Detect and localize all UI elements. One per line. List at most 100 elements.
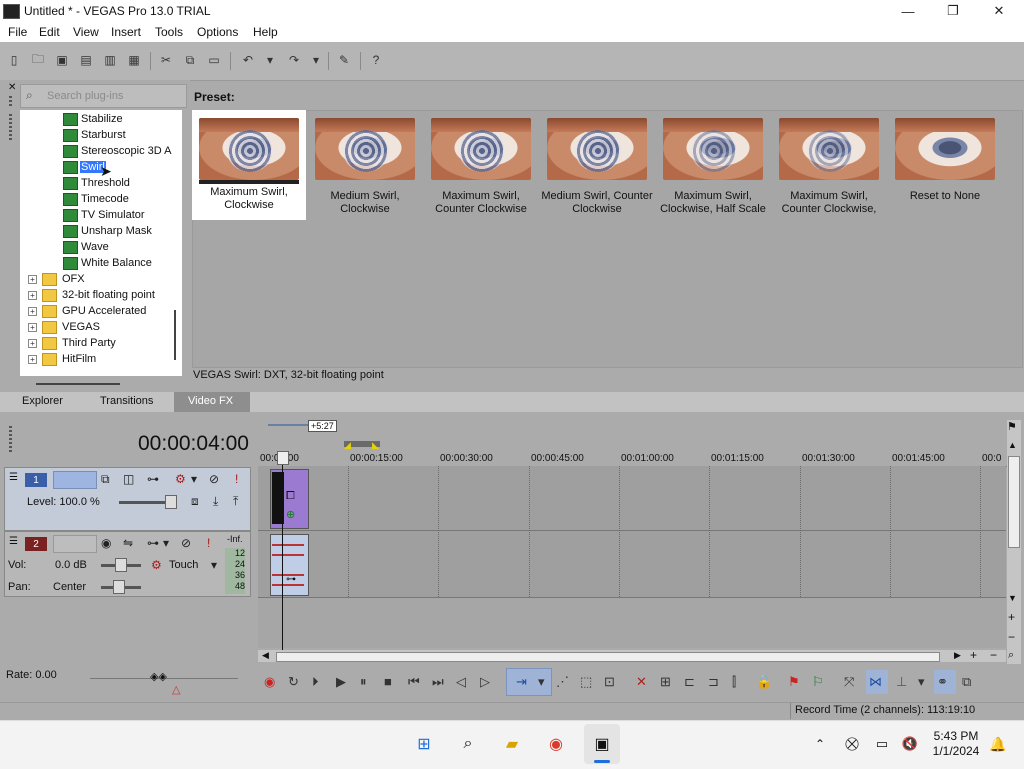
undo-dropdown-icon[interactable]: ▾ (262, 52, 278, 68)
paste-icon[interactable]: ▭ (206, 52, 222, 68)
rate-slider-thumb-icon[interactable]: ◈◈ (150, 670, 167, 683)
plugin-tree[interactable]: Stabilize Starburst Stereoscopic 3D A Sw… (20, 110, 182, 376)
cut-icon[interactable]: ✂ (158, 52, 174, 68)
menu-help[interactable]: Help (253, 25, 278, 39)
track-fx-icon[interactable]: ⊶ (147, 536, 159, 550)
menu-edit[interactable]: Edit (39, 25, 60, 39)
solo-icon[interactable]: ! (207, 536, 210, 550)
mute-icon[interactable]: ⊘ (181, 536, 191, 550)
save-as-icon[interactable]: ▤ (78, 52, 94, 68)
redo-dropdown-icon[interactable]: ▾ (308, 52, 324, 68)
track-name-field[interactable] (53, 535, 97, 553)
h-zoom-out-icon[interactable]: − (990, 648, 997, 662)
track-composite-icon[interactable]: ◫ (123, 472, 134, 486)
insert-region-icon[interactable]: ⚐ (812, 674, 824, 690)
mute-icon[interactable]: ⊘ (209, 472, 219, 486)
copy-icon[interactable]: ⧉ (182, 52, 198, 68)
automation-mode[interactable]: Touch (169, 559, 198, 571)
enable-snapping-icon[interactable]: ✎ (336, 52, 352, 68)
play-from-start-icon[interactable]: ⏵ (312, 674, 319, 690)
video-track-lane[interactable] (258, 466, 1006, 531)
expand-icon[interactable]: + (28, 275, 37, 284)
dock-grip[interactable] (9, 114, 12, 140)
arm-record-icon[interactable]: ◉ (101, 536, 111, 550)
preset-med-swirl-cw[interactable]: Medium Swirl, Clockwise (308, 110, 422, 216)
vegas-taskbar-icon[interactable]: ▣ (590, 732, 614, 756)
automation-gear-icon[interactable]: ⚙ (151, 558, 162, 572)
level-slider-thumb[interactable] (165, 495, 177, 509)
scroll-left-icon[interactable]: ◀ (262, 650, 269, 661)
maximize-button[interactable]: ❐ (930, 0, 976, 22)
trim-start-icon[interactable]: ⊏ (684, 674, 695, 690)
make-parent-icon[interactable]: ⤒ (233, 494, 238, 509)
go-to-start-icon[interactable]: ⏮ (408, 674, 420, 690)
chrome-icon[interactable]: ◉ (544, 732, 568, 756)
preset-med-swirl-ccw[interactable]: Medium Swirl, Counter Clockwise (540, 110, 654, 216)
trim-icon[interactable]: ⊞ (660, 674, 671, 690)
scroll-up-icon[interactable]: ▲ (1008, 440, 1017, 450)
notification-bell-icon[interactable]: 🔔 (986, 732, 1010, 756)
preset-max-swirl-cw[interactable]: Maximum Swirl, Clockwise (192, 110, 306, 220)
play-icon[interactable]: ▶ (336, 674, 346, 690)
audio-track-header[interactable]: ☰ 2 ◉ ⇋ ⊶ ▾ ⊘ ! -Inf. 12 24 36 48 Vol: 0… (4, 531, 251, 597)
track-settings-gear-icon[interactable]: ⚙ (175, 472, 186, 486)
tab-video-fx[interactable]: Video FX (188, 395, 233, 407)
next-frame-icon[interactable]: ▷ (480, 674, 490, 690)
zoom-out-icon[interactable]: − (1008, 630, 1015, 644)
h-zoom-in-icon[interactable]: + (970, 648, 977, 662)
menu-view[interactable]: View (73, 25, 99, 39)
zoom-bar[interactable] (268, 424, 308, 426)
pan-slider-thumb[interactable] (113, 580, 125, 594)
edit-tool-dropdown-icon[interactable]: ▾ (538, 674, 545, 690)
preset-max-swirl-ccw[interactable]: Maximum Swirl, Counter Clockwise (424, 110, 538, 216)
pause-icon[interactable]: ⏸ (360, 674, 367, 690)
video-track-header[interactable]: ☰ 1 ⧉ ◫ ⊶ ⚙ ▾ ⊘ ! Level: 100.0 % ⧈ ⤓ ⤒ (4, 467, 251, 531)
volume-slider-thumb[interactable] (115, 558, 127, 572)
clip-fx-icon[interactable]: ⊕ (286, 508, 295, 521)
playhead-handle[interactable] (277, 451, 289, 465)
track-collapse-icon[interactable]: ☰ (9, 472, 18, 483)
preset-max-swirl-ccw-2[interactable]: Maximum Swirl, Counter Clockwise, (772, 110, 886, 216)
menu-insert[interactable]: Insert (111, 25, 141, 39)
network-icon[interactable]: ⛒ (840, 732, 864, 756)
scroll-down-icon[interactable]: ▼ (1008, 593, 1017, 603)
trim-end-icon[interactable]: ⊐ (708, 674, 719, 690)
menu-file[interactable]: File (8, 25, 27, 39)
invert-phase-icon[interactable]: ⇋ (123, 536, 133, 550)
lock-icon[interactable]: 🔒 (756, 674, 772, 690)
taskbar-search-icon[interactable]: ⌕ (456, 732, 480, 756)
open-icon[interactable]: 🗀 (30, 52, 46, 68)
windows-start-icon[interactable]: ⊞ (412, 732, 436, 756)
display-icon[interactable]: ▭ (870, 732, 894, 756)
file-explorer-icon[interactable]: ▰ (500, 732, 524, 756)
marker-flag-icon[interactable]: ⚑ (1007, 420, 1017, 433)
render-icon[interactable]: ▥ (102, 52, 118, 68)
dock-grip[interactable] (9, 96, 12, 106)
expand-icon[interactable]: + (28, 323, 37, 332)
minimize-button[interactable]: — (885, 0, 931, 22)
track-name-field[interactable] (53, 471, 97, 489)
preset-reset-none[interactable]: Reset to None (888, 110, 1002, 203)
track-dropdown-icon[interactable]: ▾ (163, 536, 169, 550)
tray-overflow-icon[interactable]: ⌃ (808, 732, 832, 756)
track-dropdown-icon[interactable]: ▾ (191, 472, 197, 486)
scroll-right-icon[interactable]: ▶ (954, 650, 961, 661)
track-fx-icon[interactable]: ⊶ (147, 472, 159, 486)
split-icon[interactable]: ⫿ (732, 674, 736, 690)
envelope-tool-icon[interactable]: ⋰ (556, 674, 569, 690)
undo-icon[interactable]: ↶ (240, 52, 256, 68)
auto-ripple-icon[interactable]: ⤧ (844, 674, 854, 690)
expand-icon[interactable]: + (28, 339, 37, 348)
insert-marker-icon[interactable]: ⚑ (788, 674, 800, 690)
prev-frame-icon[interactable]: ◁ (456, 674, 466, 690)
preset-max-swirl-cw-half[interactable]: Maximum Swirl, Clockwise, Half Scale (656, 110, 770, 216)
tree-vertical-scrollbar[interactable] (174, 310, 176, 360)
delete-icon[interactable]: ✕ (636, 674, 647, 690)
selection-tool-icon[interactable]: ⬚ (580, 674, 592, 690)
expand-icon[interactable]: + (28, 291, 37, 300)
vertical-scroll-thumb[interactable] (1008, 456, 1020, 548)
ignore-grouping-icon[interactable]: ⧉ (962, 674, 971, 690)
expand-icon[interactable]: + (28, 307, 37, 316)
go-to-end-icon[interactable]: ⏭ (432, 674, 444, 690)
stop-icon[interactable]: ■ (384, 674, 392, 689)
